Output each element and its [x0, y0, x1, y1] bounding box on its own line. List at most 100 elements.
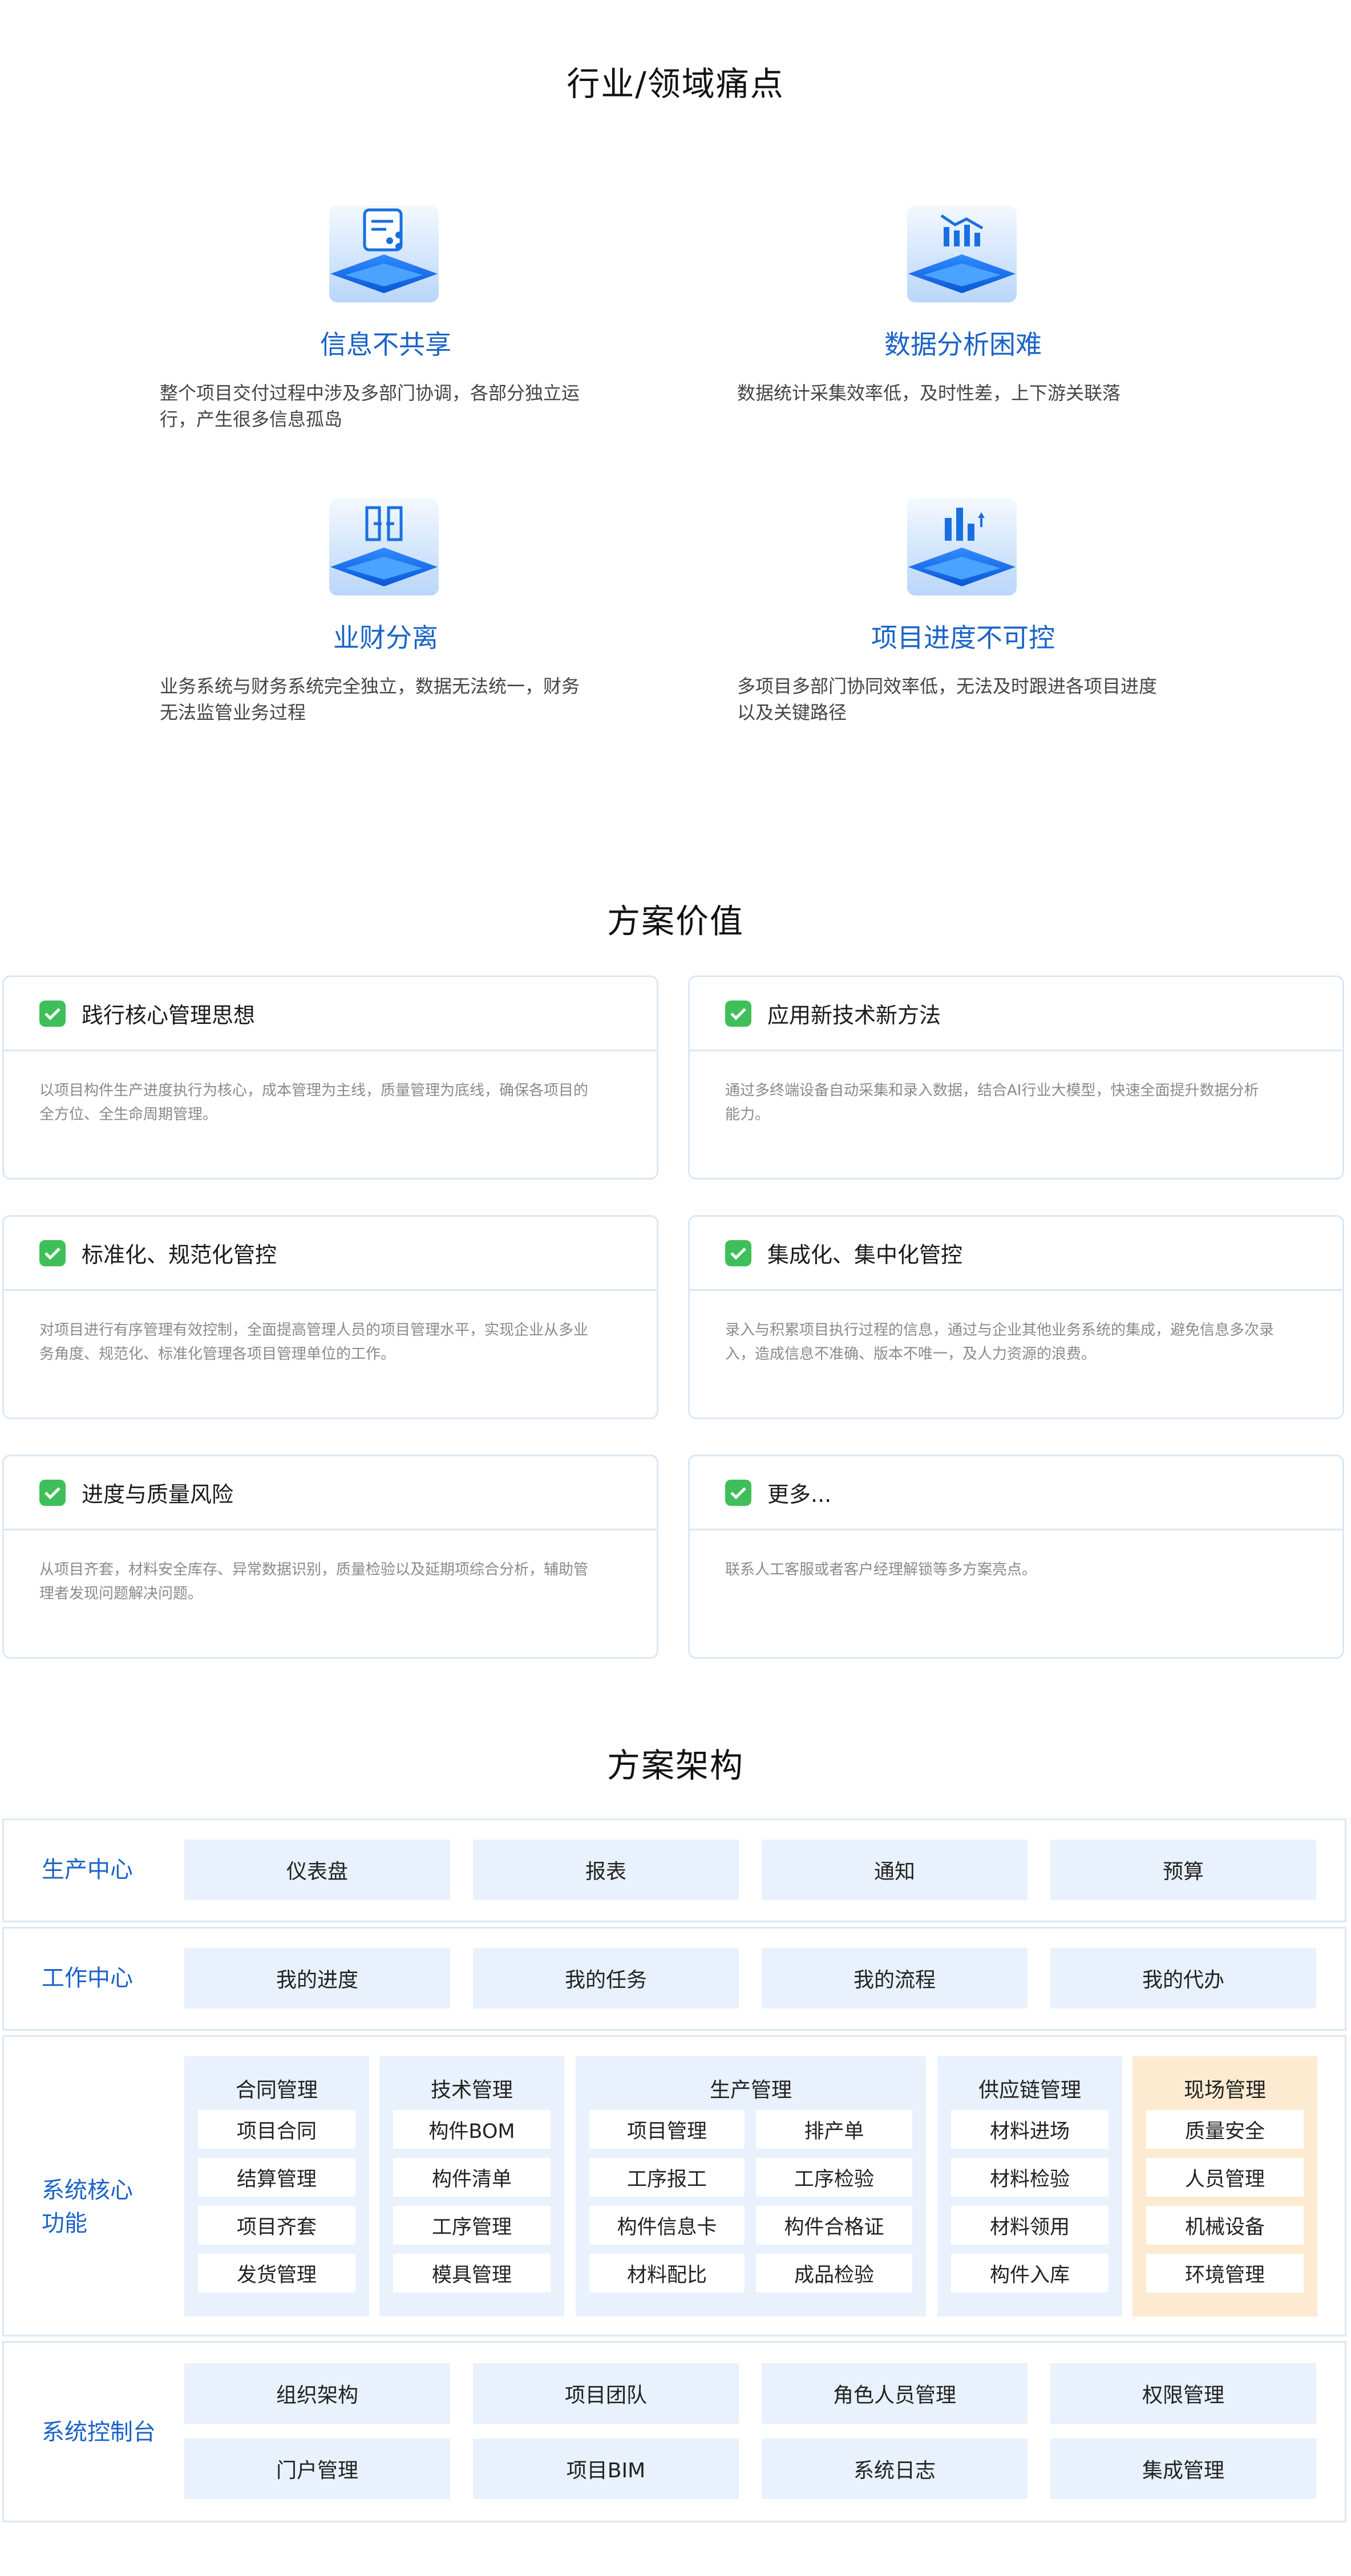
value-card-header: 践行核心管理思想 — [4, 977, 657, 1051]
module-item[interactable]: 材料进场 — [951, 2110, 1109, 2149]
module-item[interactable]: 构件BOM — [393, 2110, 551, 2149]
pain-desc-0-line-1: 整个项目交付过程中涉及多部门协调，各部分独立运 — [160, 382, 580, 404]
pain-desc-2: 业务系统与财务系统完全独立，数据无法统一，财务 无法监管业务过程 — [160, 673, 628, 726]
module-item[interactable]: 发货管理 — [198, 2254, 355, 2293]
module-production: 生产管理 项目管理 排产单 工序报工 工序检验 构件信息卡 构件合格证 材料配比… — [576, 2056, 926, 2316]
value-card-desc-line-1: 对项目进行有序管理有效控制，全面提高管理人员的项目管理水平，实现企业从多业 — [39, 1322, 589, 1339]
module-item[interactable]: 构件合格证 — [756, 2206, 912, 2245]
value-card-desc-line-1: 以项目构件生产进度执行为核心，成本管理为主线，质量管理为底线，确保各项目的 — [39, 1082, 589, 1099]
module-item[interactable]: 项目齐套 — [198, 2206, 355, 2245]
module-item[interactable]: 构件入库 — [951, 2254, 1109, 2293]
progress-chart-icon — [904, 495, 1020, 607]
data-chart-icon — [904, 202, 1020, 314]
module-item[interactable]: 构件清单 — [393, 2158, 551, 2197]
pain-title-2: 业财分离 — [333, 622, 438, 653]
module-item[interactable]: 材料配比 — [589, 2254, 745, 2293]
value-card-header: 集成化、集中化管控 — [690, 1217, 1342, 1291]
production-center-label: 生产中心 — [42, 1857, 133, 1883]
my-workflow-box[interactable]: 我的流程 — [762, 1948, 1028, 2008]
report-box[interactable]: 报表 — [473, 1840, 739, 1900]
value-section-title: 方案价值 — [606, 902, 744, 941]
core-functions-row: 系统核心 功能 合同管理 项目合同 结算管理 项目齐套 发货管理 技术管理 构件… — [2, 2035, 1346, 2336]
module-item[interactable]: 项目管理 — [589, 2110, 745, 2149]
module-title: 技术管理 — [430, 2079, 513, 2102]
my-progress-box[interactable]: 我的进度 — [184, 1948, 450, 2008]
value-card-4: 进度与质量风险 从项目齐套，材料安全库存、异常数据识别，质量检验以及延期项综合分… — [2, 1455, 658, 1659]
separation-icon — [326, 495, 442, 607]
pain-desc-1: 数据统计采集效率低，及时性差，上下游关联落 — [737, 380, 1205, 406]
value-card-header: 应用新技术新方法 — [690, 977, 1342, 1051]
value-card-desc: 以项目构件生产进度执行为核心，成本管理为主线，质量管理为底线，确保各项目的 全方… — [4, 1051, 657, 1127]
pain-desc-3: 多项目多部门协同效率低，无法及时跟进各项目进度 以及关键路径 — [737, 673, 1205, 726]
value-card-desc-line-2: 能力。 — [725, 1106, 770, 1123]
module-item[interactable]: 机械设备 — [1146, 2206, 1304, 2245]
my-todo-box[interactable]: 我的代办 — [1050, 1948, 1316, 2008]
module-item[interactable]: 材料检验 — [951, 2158, 1109, 2197]
module-item[interactable]: 模具管理 — [393, 2254, 551, 2293]
my-tasks-box[interactable]: 我的任务 — [473, 1948, 739, 2008]
project-team-box[interactable]: 项目团队 — [473, 2363, 739, 2424]
value-card-desc: 通过多终端设备自动采集和录入数据，结合AI行业大模型，快速全面提升数据分析 能力… — [690, 1051, 1342, 1127]
value-card-2: 标准化、规范化管控 对项目进行有序管理有效控制，全面提高管理人员的项目管理水平，… — [2, 1215, 658, 1419]
module-item[interactable]: 构件信息卡 — [589, 2206, 745, 2245]
module-item[interactable]: 材料领用 — [951, 2206, 1109, 2245]
module-supply-chain: 供应链管理 材料进场 材料检验 材料领用 构件入库 — [937, 2056, 1122, 2316]
value-card-title: 标准化、规范化管控 — [82, 1242, 277, 1267]
project-bim-box[interactable]: 项目BIM — [473, 2439, 739, 2499]
value-card-header: 更多... — [690, 1456, 1342, 1530]
module-item[interactable]: 工序检验 — [756, 2158, 912, 2197]
pain-desc-2-line-1: 业务系统与财务系统完全独立，数据无法统一，财务 — [160, 675, 580, 697]
system-log-box[interactable]: 系统日志 — [762, 2439, 1028, 2499]
org-structure-box[interactable]: 组织架构 — [184, 2363, 450, 2424]
module-technical: 技术管理 构件BOM 构件清单 工序管理 模具管理 — [379, 2056, 564, 2316]
check-icon — [39, 1000, 66, 1027]
pain-desc-0: 整个项目交付过程中涉及多部门协调，各部分独立运 行，产生很多信息孤岛 — [160, 380, 628, 432]
dashboard-box[interactable]: 仪表盘 — [184, 1840, 450, 1900]
module-item[interactable]: 结算管理 — [198, 2158, 355, 2197]
value-card-desc-line-1: 从项目齐套，材料安全库存、异常数据识别，质量检验以及延期项综合分析，辅助管 — [39, 1561, 589, 1578]
value-card-title: 进度与质量风险 — [82, 1482, 234, 1507]
module-item[interactable]: 环境管理 — [1146, 2254, 1304, 2293]
core-functions-label: 系统核心 功能 — [42, 2174, 133, 2240]
value-card-desc: 从项目齐套，材料安全库存、异常数据识别，质量检验以及延期项综合分析，辅助管 理者… — [4, 1530, 657, 1606]
check-icon — [39, 1240, 66, 1266]
module-title: 生产管理 — [709, 2079, 792, 2102]
pain-title-3: 项目进度不可控 — [871, 622, 1055, 653]
value-card-header: 进度与质量风险 — [4, 1456, 657, 1530]
value-card-desc-line-2: 全方位、全生命周期管理。 — [39, 1106, 218, 1123]
module-item[interactable]: 质量安全 — [1146, 2110, 1304, 2149]
value-card-3: 集成化、集中化管控 录入与积累项目执行过程的信息，通过与企业其他业务系统的集成，… — [688, 1215, 1344, 1419]
value-card-title: 集成化、集中化管控 — [767, 1242, 963, 1267]
check-icon — [725, 1479, 751, 1506]
value-card-desc-line-1: 录入与积累项目执行过程的信息，通过与企业其他业务系统的集成，避免信息多次录 — [725, 1322, 1275, 1339]
module-contract: 合同管理 项目合同 结算管理 项目齐套 发货管理 — [184, 2056, 369, 2316]
pain-desc-3-line-2: 以及关键路径 — [737, 702, 847, 723]
module-item[interactable]: 排产单 — [756, 2110, 912, 2149]
value-card-desc: 录入与积累项目执行过程的信息，通过与企业其他业务系统的集成，避免信息多次录 入，… — [690, 1291, 1342, 1366]
notice-box[interactable]: 通知 — [762, 1840, 1028, 1900]
value-card-header: 标准化、规范化管控 — [4, 1217, 657, 1291]
pain-title-1: 数据分析困难 — [884, 329, 1042, 360]
value-card-title: 应用新技术新方法 — [767, 1003, 941, 1028]
core-functions-label-line-2: 功能 — [42, 2210, 87, 2237]
permission-management-box[interactable]: 权限管理 — [1050, 2363, 1316, 2424]
budget-box[interactable]: 预算 — [1050, 1840, 1316, 1900]
work-center-label: 工作中心 — [42, 1965, 133, 1991]
value-card-desc-line-2: 务角度、规范化、标准化管理各项目管理单位的工作。 — [39, 1346, 396, 1363]
value-card-1: 应用新技术新方法 通过多终端设备自动采集和录入数据，结合AI行业大模型，快速全面… — [688, 975, 1344, 1180]
portal-management-box[interactable]: 门户管理 — [184, 2439, 450, 2499]
document-share-icon — [326, 202, 442, 314]
pain-desc-2-line-2: 无法监管业务过程 — [160, 702, 306, 723]
value-card-5[interactable]: 更多... 联系人工客服或者客户经理解锁等多方案亮点。 — [688, 1455, 1344, 1659]
module-item[interactable]: 工序报工 — [589, 2158, 745, 2197]
module-item[interactable]: 项目合同 — [198, 2110, 355, 2149]
role-management-box[interactable]: 角色人员管理 — [762, 2363, 1028, 2424]
integration-management-box[interactable]: 集成管理 — [1050, 2439, 1316, 2499]
module-title: 合同管理 — [235, 2079, 318, 2102]
module-title: 现场管理 — [1183, 2079, 1266, 2102]
system-console-label: 系统控制台 — [42, 2419, 156, 2445]
module-item[interactable]: 人员管理 — [1146, 2158, 1304, 2197]
module-item[interactable]: 成品检验 — [756, 2254, 912, 2293]
module-item[interactable]: 工序管理 — [393, 2206, 551, 2245]
value-card-desc-line-2: 入，造成信息不准确、版本不唯一，及人力资源的浪费。 — [725, 1346, 1097, 1363]
